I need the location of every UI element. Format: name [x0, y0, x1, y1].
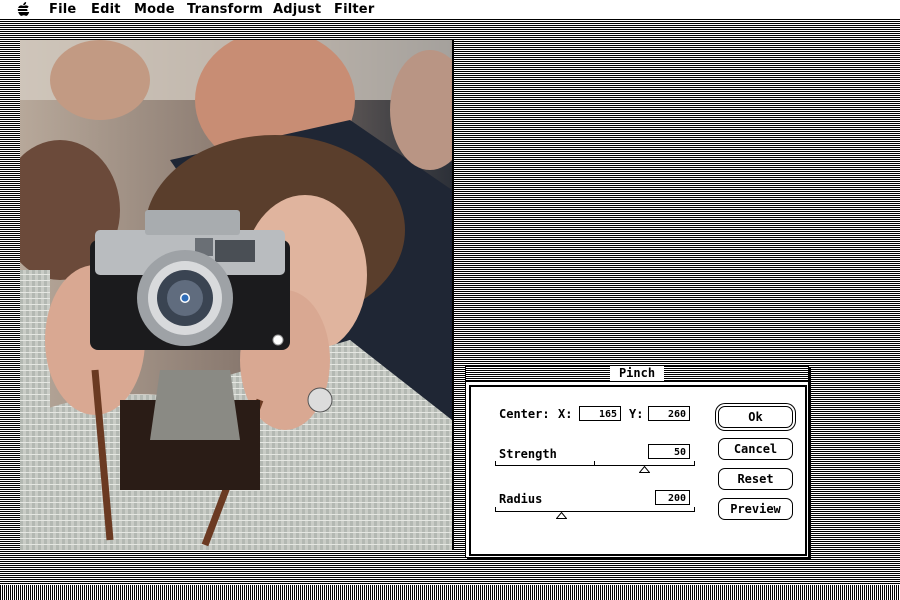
pinch-center-marker-icon[interactable] — [180, 293, 190, 303]
center-x-field[interactable]: 165 — [579, 406, 621, 421]
reset-button[interactable]: Reset — [718, 468, 793, 490]
menu-edit[interactable]: Edit — [91, 1, 121, 18]
radius-label: Radius — [499, 492, 543, 506]
photo — [20, 40, 452, 550]
menu-filter[interactable]: Filter — [334, 1, 374, 18]
preview-button[interactable]: Preview — [718, 498, 793, 520]
strength-slider-tick-right — [694, 461, 695, 466]
radius-slider-track — [495, 511, 695, 512]
strength-field[interactable]: 50 — [648, 444, 690, 459]
apple-logo-icon[interactable] — [16, 1, 32, 17]
radius-slider-thumb-icon[interactable] — [556, 512, 567, 519]
strength-label: Strength — [499, 447, 557, 461]
menu-bar: File Edit Mode Transform Adjust Filter — [0, 0, 900, 20]
menu-file[interactable]: File — [49, 1, 76, 18]
strength-slider-track — [495, 465, 695, 466]
strength-slider-tick-mid — [594, 461, 595, 466]
center-y-label: Y: — [629, 407, 644, 421]
center-y-field[interactable]: 260 — [648, 406, 690, 421]
image-canvas[interactable] — [20, 40, 454, 550]
ok-button[interactable]: Ok — [718, 406, 793, 428]
radius-slider-tick-right — [694, 507, 695, 512]
menu-adjust[interactable]: Adjust — [273, 1, 321, 18]
center-label: Center: — [499, 407, 550, 421]
center-x-label: X: — [558, 407, 573, 421]
strength-slider-tick-left — [495, 461, 496, 466]
menu-transform[interactable]: Transform — [187, 1, 263, 18]
dialog-title: Pinch — [610, 366, 664, 381]
strength-slider-thumb-icon[interactable] — [639, 466, 650, 473]
cancel-button[interactable]: Cancel — [718, 438, 793, 460]
radius-field[interactable]: 200 — [655, 490, 690, 505]
pinch-dialog: Pinch Center: X: 165 Y: 260 Strength 50 … — [465, 366, 809, 558]
radius-slider-tick-left — [495, 507, 496, 512]
desktop-bottom-pattern — [0, 585, 900, 600]
menu-mode[interactable]: Mode — [134, 1, 175, 18]
dialog-body: Center: X: 165 Y: 260 Strength 50 Radius… — [469, 385, 807, 556]
